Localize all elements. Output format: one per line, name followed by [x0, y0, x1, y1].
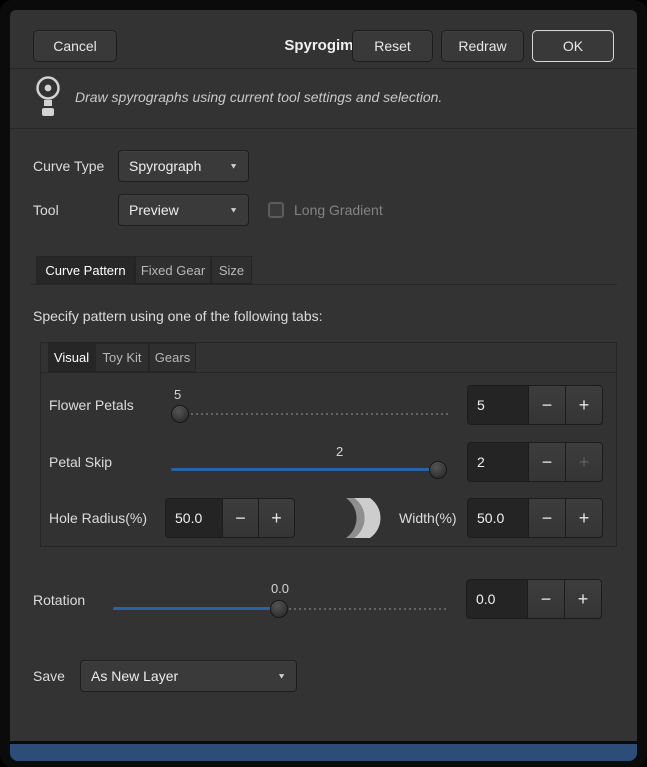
plus-icon[interactable]: +: [565, 579, 602, 619]
slider-handle[interactable]: [270, 600, 288, 618]
info-separator: [10, 128, 637, 129]
flower-petals-slider[interactable]: [171, 404, 448, 424]
tool-dropdown[interactable]: Preview ▼: [118, 194, 249, 226]
save-value: As New Layer: [91, 668, 267, 684]
minus-icon[interactable]: −: [529, 442, 566, 482]
petal-skip-slider[interactable]: [171, 460, 448, 480]
width-label: Width(%): [399, 498, 457, 538]
rotation-label: Rotation: [33, 580, 85, 620]
flower-petals-label: Flower Petals: [49, 385, 134, 425]
width-spinner: 50.0 − +: [467, 498, 603, 538]
rotation-value[interactable]: 0.0: [466, 579, 528, 619]
progress-bar: [10, 744, 637, 761]
rotation-slider[interactable]: [113, 599, 447, 619]
tab-fixed-gear[interactable]: Fixed Gear: [135, 256, 211, 284]
reset-button[interactable]: Reset: [352, 30, 433, 62]
dialog-description: Draw spyrographs using current tool sett…: [75, 74, 442, 120]
flower-petals-slider-value: 5: [174, 387, 181, 402]
width-value[interactable]: 50.0: [467, 498, 529, 538]
long-gradient-checkbox[interactable]: [268, 202, 284, 218]
chevron-down-icon: ▼: [277, 672, 286, 681]
redraw-button[interactable]: Redraw: [441, 30, 524, 62]
slider-fill: [113, 607, 279, 610]
petal-skip-label: Petal Skip: [49, 442, 112, 482]
minus-icon[interactable]: −: [528, 579, 565, 619]
flower-petals-spinner: 5 − +: [467, 385, 603, 425]
slider-handle[interactable]: [429, 461, 447, 479]
spyrogimp-dialog: Spyrogimp Cancel Reset Redraw OK Draw sp…: [10, 10, 637, 741]
tool-value: Preview: [129, 202, 219, 218]
tab-gears[interactable]: Gears: [149, 343, 196, 372]
plus-icon[interactable]: +: [566, 498, 603, 538]
rotation-slider-value: 0.0: [260, 581, 300, 596]
curve-type-value: Spyrograph: [129, 158, 219, 174]
tab-curve-pattern[interactable]: Curve Pattern: [36, 256, 135, 284]
slider-track: [171, 413, 448, 415]
flower-petals-value[interactable]: 5: [467, 385, 529, 425]
notebook-border: [30, 284, 617, 285]
header-separator: [10, 68, 637, 69]
petal-skip-slider-value: 2: [336, 444, 343, 459]
plus-icon[interactable]: +: [566, 385, 603, 425]
plus-icon[interactable]: +: [566, 442, 603, 482]
slider-track: [279, 608, 447, 610]
spyrogimp-icon: [33, 74, 65, 120]
hole-radius-value[interactable]: 50.0: [165, 498, 223, 538]
hole-radius-label: Hole Radius(%): [49, 498, 147, 538]
minus-icon[interactable]: −: [529, 498, 566, 538]
slider-fill: [171, 468, 438, 471]
plus-icon[interactable]: +: [259, 498, 295, 538]
save-label: Save: [33, 660, 65, 692]
curve-type-dropdown[interactable]: Spyrograph ▼: [118, 150, 249, 182]
tab-visual[interactable]: Visual: [48, 343, 95, 372]
pattern-hint: Specify pattern using one of the followi…: [33, 306, 323, 326]
long-gradient-label: Long Gradient: [294, 194, 383, 226]
tab-toy-kit[interactable]: Toy Kit: [95, 343, 149, 372]
inner-notebook-border: [41, 372, 616, 373]
slider-handle[interactable]: [171, 405, 189, 423]
petal-skip-value[interactable]: 2: [467, 442, 529, 482]
chevron-down-icon: ▼: [229, 206, 238, 215]
tab-size[interactable]: Size: [211, 256, 252, 284]
minus-icon[interactable]: −: [223, 498, 259, 538]
spyrogimp-window: Spyrogimp Cancel Reset Redraw OK Draw sp…: [0, 0, 647, 767]
width-curve-illustration: [336, 497, 388, 539]
pattern-notebook: Visual Toy Kit Gears Flower Petals 5 5 −…: [40, 342, 617, 547]
curve-type-label: Curve Type: [33, 150, 104, 182]
tool-label: Tool: [33, 194, 59, 226]
hole-radius-spinner: 50.0 − +: [165, 498, 295, 538]
cancel-button[interactable]: Cancel: [33, 30, 117, 62]
chevron-down-icon: ▼: [229, 162, 238, 171]
ok-button[interactable]: OK: [532, 30, 614, 62]
rotation-spinner: 0.0 − +: [466, 579, 602, 619]
save-dropdown[interactable]: As New Layer ▼: [80, 660, 297, 692]
minus-icon[interactable]: −: [529, 385, 566, 425]
petal-skip-spinner: 2 − +: [467, 442, 603, 482]
